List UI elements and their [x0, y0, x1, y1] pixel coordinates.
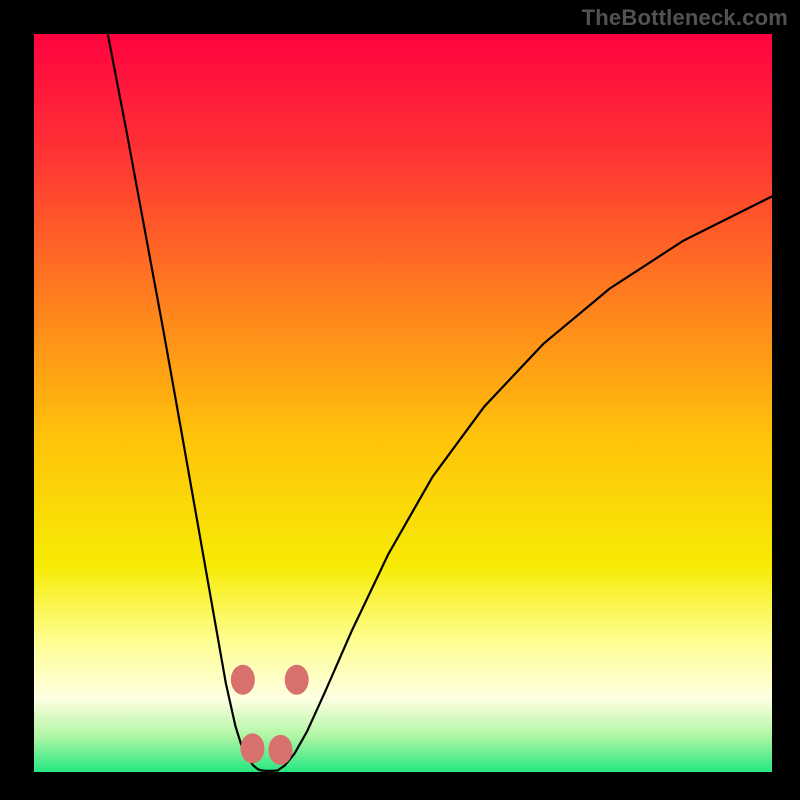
attribution-watermark: TheBottleneck.com	[582, 5, 788, 31]
chart-root: TheBottleneck.com	[0, 0, 800, 800]
marker-inflection-left-lower	[240, 733, 264, 763]
marker-inflection-right-upper	[285, 665, 309, 695]
marker-inflection-right-lower	[268, 735, 292, 765]
chart-background	[34, 34, 772, 772]
chart-svg	[34, 34, 772, 772]
marker-inflection-left-upper	[231, 665, 255, 695]
